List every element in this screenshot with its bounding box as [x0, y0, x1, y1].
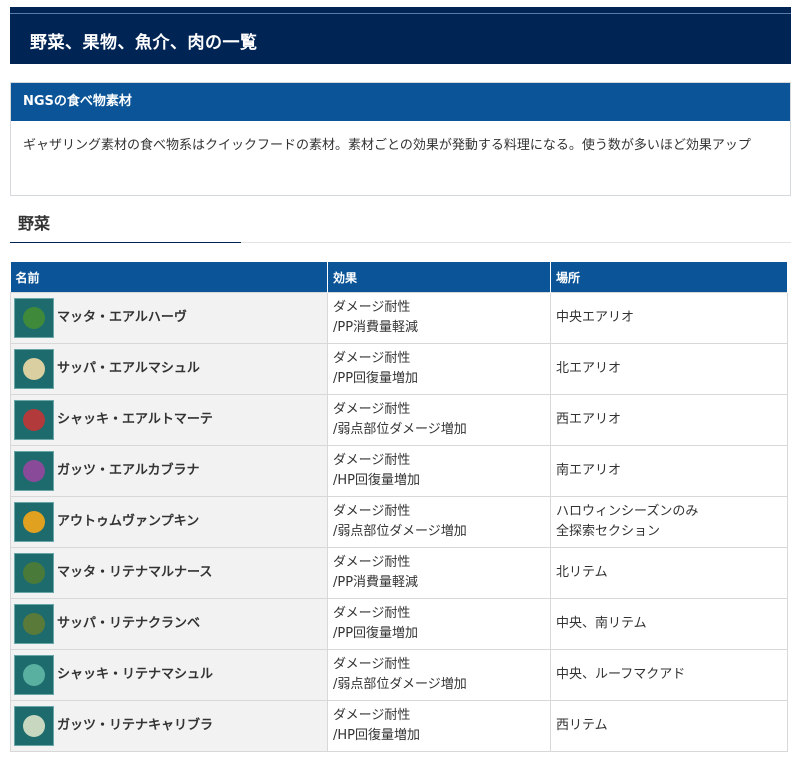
- effect-line-1: ダメージ耐性: [333, 504, 411, 519]
- effect-line-2: /HP回復量増加: [333, 473, 420, 488]
- cell-effect: ダメージ耐性/弱点部位ダメージ増加: [327, 394, 551, 446]
- cell-effect: ダメージ耐性/PP消費量軽減: [327, 547, 551, 599]
- cell-name: アウトゥムヴァンプキン: [10, 496, 328, 548]
- header-effect: 効果: [327, 262, 551, 293]
- location-line-1: ハロウィンシーズンのみ: [556, 504, 699, 519]
- cell-location: ハロウィンシーズンのみ 全探索セクション: [550, 496, 788, 548]
- effect-line-2: /HP回復量増加: [333, 728, 420, 743]
- page-title: 野菜、果物、魚介、肉の一覧: [30, 33, 258, 53]
- effect-line-1: ダメージ耐性: [333, 351, 411, 366]
- item-name: ガッツ・リテナキャリブラ: [57, 718, 214, 733]
- cell-location: 西リテム: [550, 700, 788, 752]
- mushroom-icon: [14, 349, 54, 389]
- cauliflower-icon: [14, 706, 54, 746]
- effect-line-2: /弱点部位ダメージ増加: [333, 524, 467, 539]
- cell-location: 西エアリオ: [550, 394, 788, 446]
- table-row: シャッキ・リテナマシュル ダメージ耐性/弱点部位ダメージ増加 中央、ルーフマクアド: [10, 649, 788, 701]
- location-line-1: 中央エアリオ: [556, 310, 635, 325]
- effect-line-1: ダメージ耐性: [333, 402, 411, 417]
- table-row: マッタ・エアルハーヴ ダメージ耐性/PP消費量軽減 中央エアリオ: [10, 292, 788, 344]
- section-heading: 野菜: [10, 208, 791, 243]
- vegetable-table: 名前 効果 場所 マッタ・エアルハーヴ ダメージ耐性/PP消費量軽減 中央エアリオサ…: [10, 262, 788, 752]
- cell-effect: ダメージ耐性/PP回復量増加: [327, 598, 551, 650]
- header-name: 名前: [10, 262, 328, 293]
- page-title-bar: 野菜、果物、魚介、肉の一覧: [10, 7, 791, 64]
- location-line-1: 中央、ルーフマクアド: [556, 667, 686, 682]
- cell-name: サッパ・リテナクランベ: [10, 598, 328, 650]
- cell-location: 南エアリオ: [550, 445, 788, 497]
- mushroom-icon: [14, 655, 54, 695]
- cell-name: シャッキ・リテナマシュル: [10, 649, 328, 701]
- effect-line-1: ダメージ耐性: [333, 606, 411, 621]
- cell-name: マッタ・エアルハーヴ: [10, 292, 328, 344]
- item-name: サッパ・エアルマシュル: [57, 361, 200, 376]
- table-row: サッパ・リテナクランベ ダメージ耐性/PP回復量増加 中央、南リテム: [10, 598, 788, 650]
- cell-location: 中央、南リテム: [550, 598, 788, 650]
- grass-icon: [14, 553, 54, 593]
- cell-effect: ダメージ耐性/HP回復量増加: [327, 445, 551, 497]
- item-name: シャッキ・エアルトマーテ: [57, 412, 213, 427]
- table-row: サッパ・エアルマシュル ダメージ耐性/PP回復量増加 北エアリオ: [10, 343, 788, 395]
- table-row: シャッキ・エアルトマーテ ダメージ耐性/弱点部位ダメージ増加 西エアリオ: [10, 394, 788, 446]
- item-name: マッタ・リテナマルナース: [57, 565, 213, 580]
- pumpkin-icon: [14, 502, 54, 542]
- effect-line-2: /弱点部位ダメージ増加: [333, 422, 467, 437]
- info-box: NGSの食べ物素材 ギャザリング素材の食べ物系はクイックフードの素材。素材ごとの…: [10, 82, 791, 196]
- cell-effect: ダメージ耐性/PP回復量増加: [327, 343, 551, 395]
- cell-name: シャッキ・エアルトマーテ: [10, 394, 328, 446]
- cell-location: 中央エアリオ: [550, 292, 788, 344]
- table-row: マッタ・リテナマルナース ダメージ耐性/PP消費量軽減 北リテム: [10, 547, 788, 599]
- location-line-1: 北エアリオ: [556, 361, 622, 376]
- effect-line-2: /PP回復量増加: [333, 626, 419, 641]
- effect-line-2: /PP消費量軽減: [333, 320, 419, 335]
- cell-effect: ダメージ耐性/弱点部位ダメージ増加: [327, 496, 551, 548]
- location-line-1: 西エアリオ: [556, 412, 622, 427]
- table-row: ガッツ・エアルカブラナ ダメージ耐性/HP回復量増加 南エアリオ: [10, 445, 788, 497]
- location-line-1: 中央、南リテム: [556, 616, 647, 631]
- tomato-icon: [14, 400, 54, 440]
- page: 野菜、果物、魚介、肉の一覧 NGSの食べ物素材 ギャザリング素材の食べ物系はクイ…: [0, 0, 800, 772]
- location-line-1: 北リテム: [556, 565, 608, 580]
- location-line-1: 西リテム: [556, 718, 608, 733]
- turnip-icon: [14, 451, 54, 491]
- item-name: マッタ・エアルハーヴ: [57, 310, 187, 325]
- cell-name: ガッツ・リテナキャリブラ: [10, 700, 328, 752]
- effect-line-1: ダメージ耐性: [333, 555, 411, 570]
- effect-line-2: /弱点部位ダメージ増加: [333, 677, 467, 692]
- info-box-heading: NGSの食べ物素材: [11, 83, 790, 121]
- item-name: サッパ・リテナクランベ: [57, 616, 201, 631]
- item-name: アウトゥムヴァンプキン: [57, 514, 200, 529]
- cell-name: ガッツ・エアルカブラナ: [10, 445, 328, 497]
- item-name: シャッキ・リテナマシュル: [57, 667, 214, 682]
- cell-location: 北リテム: [550, 547, 788, 599]
- header-location: 場所: [550, 262, 788, 293]
- item-name: ガッツ・エアルカブラナ: [57, 463, 200, 478]
- berry-icon: [14, 604, 54, 644]
- location-line-2: 全探索セクション: [556, 524, 661, 539]
- cell-name: サッパ・エアルマシュル: [10, 343, 328, 395]
- info-box-body: ギャザリング素材の食べ物系はクイックフードの素材。素材ごとの効果が発動する料理に…: [23, 138, 751, 153]
- table-row: ガッツ・リテナキャリブラ ダメージ耐性/HP回復量増加 西リテム: [10, 700, 788, 752]
- effect-line-2: /PP消費量軽減: [333, 575, 419, 590]
- cell-effect: ダメージ耐性/弱点部位ダメージ増加: [327, 649, 551, 701]
- effect-line-1: ダメージ耐性: [333, 300, 411, 315]
- effect-line-2: /PP回復量増加: [333, 371, 419, 386]
- cell-effect: ダメージ耐性/HP回復量増加: [327, 700, 551, 752]
- effect-line-1: ダメージ耐性: [333, 657, 411, 672]
- effect-line-1: ダメージ耐性: [333, 453, 411, 468]
- section-heading-text: 野菜: [18, 214, 51, 233]
- cell-name: マッタ・リテナマルナース: [10, 547, 328, 599]
- table-row: アウトゥムヴァンプキン ダメージ耐性/弱点部位ダメージ増加 ハロウィンシーズンのみ全…: [10, 496, 788, 548]
- effect-line-1: ダメージ耐性: [333, 708, 411, 723]
- table-header-row: 名前 効果 場所: [10, 262, 788, 293]
- cell-effect: ダメージ耐性/PP消費量軽減: [327, 292, 551, 344]
- cell-location: 北エアリオ: [550, 343, 788, 395]
- cell-location: 中央、ルーフマクアド: [550, 649, 788, 701]
- location-line-1: 南エアリオ: [556, 463, 622, 478]
- herb-icon: [14, 298, 54, 338]
